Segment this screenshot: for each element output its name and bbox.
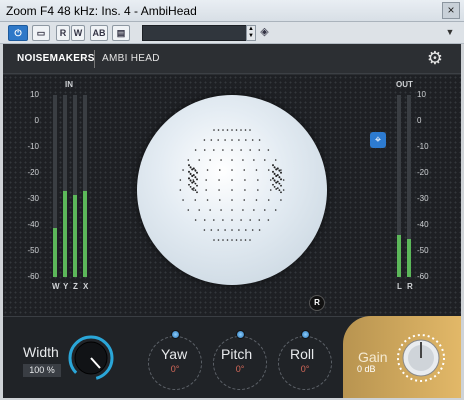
in-scale-label: -50 — [27, 246, 39, 255]
in-channel-label-y: Y — [63, 282, 69, 291]
yaw-indicator-led — [171, 330, 180, 339]
window-titlebar: Zoom F4 48 kHz: Ins. 4 - AmbiHead × — [0, 0, 464, 22]
brand-logo: NOISEMAKERS — [17, 53, 95, 64]
in-scale-label: 10 — [30, 90, 39, 99]
out-meter-title: OUT — [396, 80, 413, 89]
out-scale-label: -50 — [417, 246, 429, 255]
roll-label: Roll — [290, 346, 315, 362]
head-dot-cloud — [179, 129, 285, 241]
in-scale-label: -40 — [27, 220, 39, 229]
out-scale-label: 0 — [417, 116, 422, 125]
in-scale-label: -30 — [27, 194, 39, 203]
out-scale-label: -40 — [417, 220, 429, 229]
in-meter-fill-w — [53, 227, 57, 277]
ambisonic-sphere-display[interactable] — [137, 95, 327, 285]
plugin-toolbar: ⏻ ▭ R W AB ▤ ▲ ▼ ◈ ▼ — [0, 22, 464, 44]
out-meter-bar-l — [397, 95, 401, 277]
in-meter-bar-z — [73, 95, 77, 277]
pitch-control[interactable] — [213, 336, 267, 390]
gear-icon[interactable]: ⚙ — [427, 48, 443, 69]
out-meter-bar-r — [407, 95, 411, 277]
gain-value: 0 dB — [357, 364, 376, 374]
header-divider — [94, 50, 95, 68]
out-scale-label: -30 — [417, 194, 429, 203]
preset-name-field[interactable] — [142, 25, 252, 41]
in-channel-label-w: W — [52, 282, 60, 291]
out-meter-fill-l — [397, 235, 401, 277]
pitch-indicator-led — [236, 330, 245, 339]
roll-indicator-led — [301, 330, 310, 339]
power-button[interactable]: ⏻ — [8, 25, 28, 41]
read-automation-button[interactable]: R — [56, 25, 70, 41]
window-menu-icon[interactable]: ▼ — [444, 26, 456, 38]
in-meter-bar-w — [53, 95, 57, 277]
preset-menu-icon[interactable]: ◈ — [258, 26, 271, 39]
out-channel-label-r: R — [407, 282, 413, 291]
main-display: IN 10 0 -10 -20 -30 -40 -50 -60 W Y Z X R ⌖ OUT… — [3, 75, 461, 316]
close-button[interactable]: × — [442, 2, 460, 19]
preset-settings-button[interactable]: ▤ — [112, 25, 130, 41]
write-automation-button[interactable]: W — [71, 25, 85, 41]
out-meter-fill-r — [407, 238, 411, 277]
ab-compare-button[interactable]: AB — [90, 25, 108, 41]
roll-value: 0° — [300, 364, 310, 374]
head-dots — [179, 129, 285, 241]
in-channel-label-x: X — [83, 282, 89, 291]
in-scale-label: -20 — [27, 168, 39, 177]
pitch-value: 0° — [235, 364, 245, 374]
reset-badge[interactable]: R — [309, 295, 325, 311]
in-meter-bar-y — [63, 95, 67, 277]
in-meter-title: IN — [65, 80, 73, 89]
roll-control[interactable] — [278, 336, 332, 390]
plugin-panel: NOISEMAKERS AMBI HEAD ⚙ IN 10 0 -10 -20 -30 -… — [3, 44, 461, 398]
preset-spin-control[interactable]: ▲ ▼ — [246, 25, 256, 41]
width-value-field[interactable]: 100 % — [23, 364, 61, 377]
product-name: AMBI HEAD — [102, 53, 160, 64]
in-scale-label: -60 — [27, 272, 39, 281]
gain-label: Gain — [358, 349, 388, 365]
in-meter-bar-x — [83, 95, 87, 277]
compare-button[interactable]: ▭ — [32, 25, 50, 41]
width-label: Width — [23, 344, 59, 360]
in-meter-fill-y — [63, 191, 67, 277]
yaw-control[interactable] — [148, 336, 202, 390]
window-title: Zoom F4 48 kHz: Ins. 4 - AmbiHead — [6, 4, 197, 18]
out-scale-label: -60 — [417, 272, 429, 281]
in-meter-fill-z — [73, 195, 77, 277]
link-icon[interactable]: ⌖ — [370, 132, 386, 148]
in-scale-label: -10 — [27, 142, 39, 151]
out-scale-label: -10 — [417, 142, 429, 151]
spin-down-icon[interactable]: ▼ — [247, 33, 255, 40]
plugin-header: NOISEMAKERS AMBI HEAD ⚙ — [3, 44, 461, 74]
in-scale-label: 0 — [34, 116, 39, 125]
out-channel-label-l: L — [397, 282, 402, 291]
yaw-value: 0° — [170, 364, 180, 374]
spin-up-icon[interactable]: ▲ — [247, 26, 255, 33]
in-channel-label-z: Z — [73, 282, 78, 291]
gain-knob[interactable] — [395, 332, 447, 384]
pitch-label: Pitch — [221, 346, 253, 362]
out-scale-label: -20 — [417, 168, 429, 177]
in-meter-fill-x — [83, 191, 87, 277]
out-scale-label: 10 — [417, 90, 426, 99]
yaw-label: Yaw — [161, 346, 188, 362]
width-knob[interactable] — [67, 334, 115, 382]
